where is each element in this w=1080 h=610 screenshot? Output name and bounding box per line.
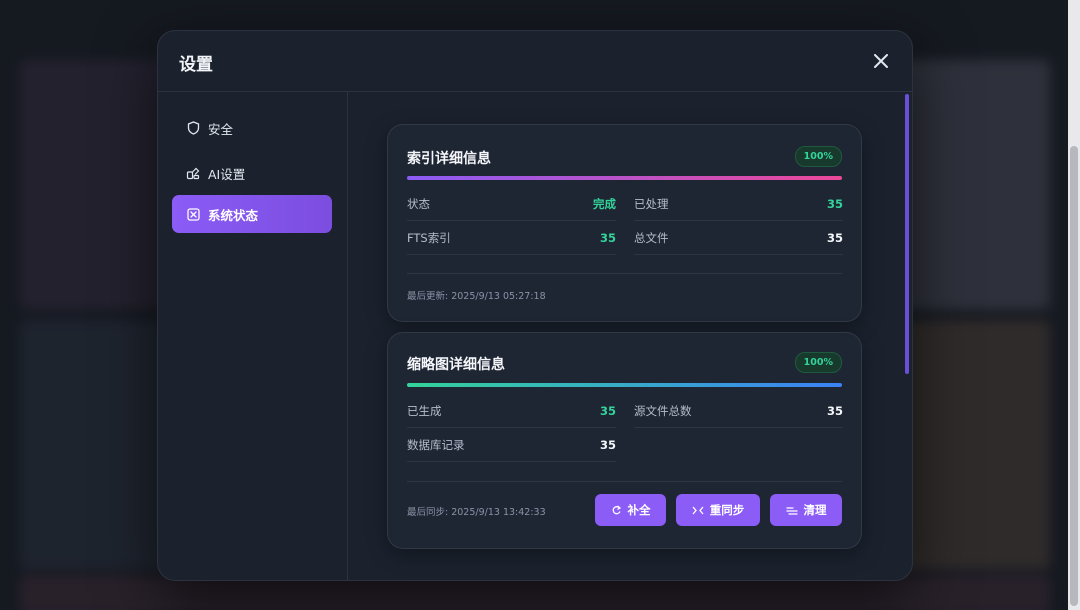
page-scrollbar-thumb[interactable] [1070,146,1078,606]
complete-button[interactable]: 补全 [595,494,666,526]
stat-row: 总文件 35 [634,221,843,255]
resync-button[interactable]: 重同步 [676,494,760,526]
close-button[interactable] [870,50,892,72]
button-label: 补全 [627,503,651,517]
settings-content: 索引详细信息 100% 状态 完成 已处理 35 FTS索引 35 总文件 35… [348,92,912,580]
sidebar-item-ai-settings[interactable]: AI设置 [172,154,332,192]
close-icon [874,54,888,68]
thumbnail-details-card: 缩略图详细信息 100% 已生成 35 源文件总数 35 数据库记录 35 最后… [387,332,862,549]
page-scrollbar[interactable] [1068,0,1080,610]
stat-value: 35 [826,196,843,211]
sidebar-item-label: AI设置 [208,166,246,182]
card-title: 索引详细信息 [407,151,491,167]
broom-icon [785,507,798,515]
clean-button[interactable]: 清理 [770,494,842,526]
ai-settings-icon [186,166,200,180]
stat-row: 状态 完成 [407,187,616,221]
stat-row: 源文件总数 35 [634,394,843,428]
stat-label: 已生成 [407,403,442,418]
stat-value: 完成 [593,196,616,211]
modal-title: 设置 [179,55,213,75]
stat-label: 数据库记录 [407,437,465,452]
progress-bar [407,176,842,180]
content-scrollbar[interactable] [905,94,909,374]
stat-value: 35 [826,230,843,245]
progress-bar [407,383,842,387]
stat-label: 已处理 [634,196,669,211]
modal-header: 设置 [158,31,912,92]
stat-value: 35 [599,403,616,418]
stat-value: 35 [599,230,616,245]
refresh-icon [612,504,621,514]
last-sync-text: 最后同步: 2025/9/13 13:42:33 [407,507,546,518]
stat-row: 已生成 35 [407,394,616,428]
stat-label: 源文件总数 [634,403,692,418]
stat-label: FTS索引 [407,230,451,245]
settings-modal: 设置 安全 AI设置 系统状态 索引详细信息 100% 状态 完成 已处理 35… [157,30,913,581]
sidebar-item-system-status[interactable]: 系统状态 [172,195,332,233]
button-label: 清理 [803,503,827,517]
divider [407,481,842,482]
stat-row: 数据库记录 35 [407,428,616,462]
sidebar-item-security[interactable]: 安全 [172,109,332,147]
resync-icon [692,506,704,514]
settings-sidebar: 安全 AI设置 系统状态 [158,92,348,580]
button-label: 重同步 [709,503,745,517]
status-badge: 100% [794,352,842,373]
stat-row: 已处理 35 [634,187,843,221]
stat-value: 35 [826,403,843,418]
divider [407,273,842,274]
last-updated-text: 最后更新: 2025/9/13 05:27:18 [407,291,546,302]
index-details-card: 索引详细信息 100% 状态 完成 已处理 35 FTS索引 35 总文件 35… [387,124,862,322]
stat-row: FTS索引 35 [407,221,616,255]
stat-value: 35 [599,437,616,452]
card-title: 缩略图详细信息 [407,357,505,373]
system-status-icon [186,207,200,221]
sidebar-item-label: 系统状态 [208,207,259,223]
stat-label: 总文件 [634,230,669,245]
shield-icon [186,121,200,135]
sidebar-item-label: 安全 [208,121,234,137]
stat-label: 状态 [407,196,430,211]
status-badge: 100% [794,146,842,167]
